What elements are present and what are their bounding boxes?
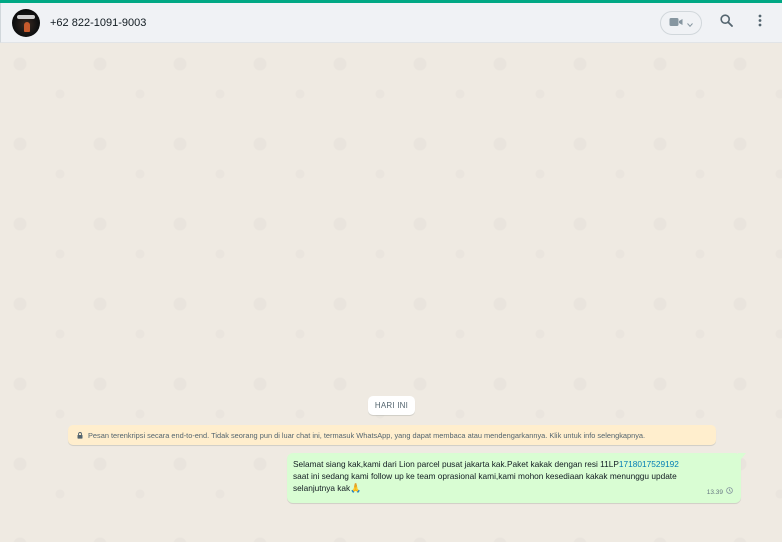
message-text: selanjutnya kak <box>293 483 351 493</box>
contact-name[interactable]: +62 822-1091-9003 <box>50 17 146 29</box>
message-line-2: saat ini sedang kami follow up ke team o… <box>293 471 677 481</box>
search-button[interactable] <box>714 11 738 35</box>
message-line-1: Selamat siang kak,kami dari Lion parcel … <box>293 458 733 470</box>
search-icon <box>719 14 733 32</box>
tracking-number-link[interactable]: 1718017529192 <box>619 459 679 469</box>
clock-icon <box>726 487 733 499</box>
menu-button[interactable] <box>748 11 772 35</box>
date-chip: HARI INI <box>368 396 415 415</box>
bubble-tail <box>738 453 746 463</box>
avatar[interactable] <box>12 8 40 37</box>
outgoing-message[interactable]: Selamat siang kak,kami dari Lion parcel … <box>287 453 746 503</box>
header-actions <box>660 3 782 43</box>
message-meta: 13.39 <box>707 487 733 499</box>
encryption-text: Pesan terenkripsi secara end-to-end. Tid… <box>88 430 646 440</box>
lock-icon <box>77 431 83 439</box>
encryption-notice[interactable]: Pesan terenkripsi secara end-to-end. Tid… <box>68 425 716 445</box>
message-time: 13.39 <box>706 489 723 496</box>
chat-header: +62 822-1091-9003 <box>0 3 782 43</box>
menu-dots-icon <box>758 14 762 32</box>
video-camera-icon <box>669 14 683 32</box>
praying-hands-emoji: 🙏 <box>350 483 362 493</box>
chevron-down-icon <box>687 14 693 32</box>
message-text: Selamat siang kak,kami dari Lion parcel … <box>293 459 619 469</box>
message-line-3: selanjutnya kak🙏 <box>293 482 733 494</box>
video-call-button[interactable] <box>660 11 702 35</box>
